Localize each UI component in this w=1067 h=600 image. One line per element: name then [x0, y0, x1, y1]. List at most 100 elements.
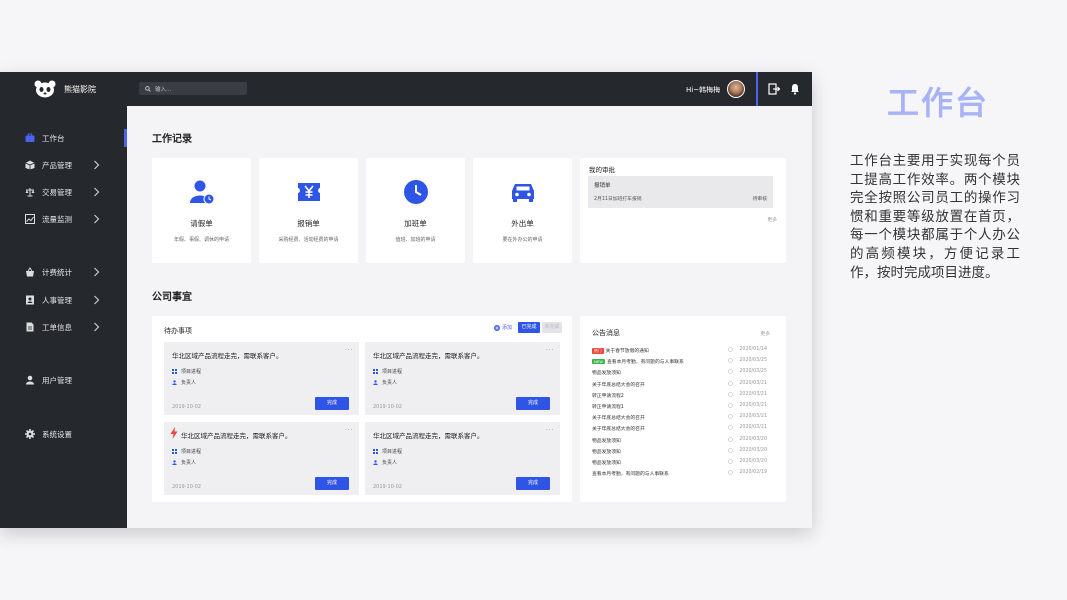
- notice-item[interactable]: 查看本月考勤，有问题的与人事联系 2020/02/19: [592, 470, 777, 481]
- brand-name: 熊猫影院: [64, 84, 96, 94]
- sidebar-item-hr[interactable]: 人事管理: [0, 290, 127, 310]
- notice-item[interactable]: 物品发放须知 2020/03/25: [592, 369, 777, 380]
- leave-request-card[interactable]: 请假单 年假、事假、调休的申请: [152, 158, 251, 263]
- chevron-right-icon: [94, 295, 100, 305]
- task-title: 华北区域产品流程走完，需联系客户。: [181, 432, 292, 440]
- sidebar-item-workbench[interactable]: 工作台: [0, 128, 127, 148]
- section-title-work-records: 工作记录: [152, 134, 192, 145]
- complete-button[interactable]: 完成: [516, 477, 550, 490]
- notice-item[interactable]: 转正申请流程1 2020/03/21: [592, 403, 777, 414]
- notice-text: 关于年底总结大会的召开: [592, 416, 645, 422]
- complete-button[interactable]: 完成: [516, 397, 550, 410]
- sidebar-item-label: 工作台: [42, 134, 65, 143]
- card-desc: 要在外办公的申请: [502, 237, 543, 243]
- notice-item[interactable]: 物品发放须知 2020/03/20: [592, 448, 777, 459]
- sidebar-item-label: 用户管理: [42, 376, 72, 385]
- sidebar-item-products[interactable]: 产品管理: [0, 155, 127, 175]
- notice-text: 转正申请流程1: [592, 404, 624, 410]
- chevron-right-icon: [94, 322, 100, 332]
- card-title: 加班单: [404, 219, 427, 228]
- notice-date: 2020/03/25: [739, 358, 767, 364]
- sidebar-item-label: 人事管理: [42, 296, 72, 305]
- notice-date: 2020/01/14: [739, 347, 767, 352]
- box-icon: [25, 160, 35, 170]
- greeting: Hi~韩梅梅: [686, 86, 721, 94]
- task-progress: 项目进程: [172, 448, 201, 455]
- card-desc: 值班、加班的申请: [395, 237, 436, 243]
- task-owner: 负责人: [373, 459, 397, 466]
- car-icon: [511, 184, 534, 202]
- trend-icon: [25, 214, 35, 224]
- todo-panel: 待办事项 添加 已完成 未完成 华北区域产品流程走完，需联系客户。 ··· 项目…: [152, 316, 572, 502]
- notice-item[interactable]: 关于年底总结大会的召开 2020/03/21: [592, 425, 777, 436]
- logout-icon[interactable]: [767, 82, 781, 96]
- overtime-card[interactable]: 加班单 值班、加班的申请: [366, 158, 465, 263]
- notice-item[interactable]: 物品发放须知 2020/03/20: [592, 437, 777, 448]
- panda-logo-icon: [34, 80, 56, 98]
- divider: [756, 72, 758, 106]
- sidebar-item-label: 流量监测: [42, 215, 72, 224]
- clock-icon: [728, 403, 733, 408]
- sidebar: 工作台 产品管理 交易管理 流量监测 计费统计 人事管理 工单信息 用户管理 系…: [0, 106, 127, 528]
- approval-item[interactable]: 报销单 2月11日加班打车报销 待审核: [588, 176, 773, 208]
- notice-panel: 公告消息 更多 热门 关于春节放假的通知 2020/01/14 NEW 查看本月考勤，有…: [580, 316, 786, 502]
- sidebar-item-users[interactable]: 用户管理: [0, 370, 127, 390]
- notice-text: 转正申请流程2: [592, 393, 624, 399]
- more-icon[interactable]: ···: [345, 426, 353, 434]
- more-icon[interactable]: ···: [546, 346, 554, 354]
- complete-button[interactable]: 完成: [315, 397, 349, 410]
- notice-date: 2020/03/21: [739, 380, 767, 386]
- main-content: 工作记录 请假单 年假、事假、调休的申请 报销单 采购经费、活动经费的申请 加班…: [127, 106, 812, 528]
- contact-icon: [26, 295, 34, 305]
- money-icon: [26, 267, 34, 277]
- sidebar-item-label: 计费统计: [42, 268, 72, 277]
- outing-card[interactable]: 外出单 要在外办公的申请: [473, 158, 572, 263]
- task-owner-label: 负责人: [181, 380, 197, 386]
- task-progress: 项目进程: [373, 368, 402, 375]
- notice-item[interactable]: 关于年底总结大会的召开 2020/03/21: [592, 414, 777, 425]
- notice-item[interactable]: 转正申请流程2 2020/03/21: [592, 392, 777, 403]
- task-date: 2019-10-02: [172, 484, 202, 490]
- sidebar-item-settings[interactable]: 系统设置: [0, 424, 127, 444]
- brand[interactable]: 熊猫影院: [34, 80, 96, 98]
- tab-done[interactable]: 已完成: [518, 322, 540, 333]
- notice-text: 关于年底总结大会的召开: [592, 427, 645, 433]
- briefcase-icon: [25, 133, 35, 142]
- bell-icon[interactable]: [788, 82, 802, 96]
- receipt-yen-icon: [297, 183, 320, 201]
- avatar[interactable]: [727, 80, 745, 98]
- sidebar-item-tickets[interactable]: 工单信息: [0, 317, 127, 337]
- tab-undone[interactable]: 未完成: [542, 322, 562, 333]
- sidebar-item-trades[interactable]: 交易管理: [0, 182, 127, 202]
- task-progress: 项目进程: [172, 368, 201, 375]
- card-title: 请假单: [190, 219, 213, 228]
- notice-more-link[interactable]: 更多: [760, 330, 770, 337]
- more-icon[interactable]: ···: [345, 346, 353, 354]
- notice-item[interactable]: 关于年底总结大会的召开 2020/03/21: [592, 381, 777, 392]
- task-progress: 项目进程: [373, 448, 402, 455]
- notice-item[interactable]: 物品发放须知 2020/03/20: [592, 459, 777, 470]
- more-icon[interactable]: ···: [546, 426, 554, 434]
- approval-more-link[interactable]: 更多: [767, 216, 777, 223]
- card-title: 外出单: [511, 219, 534, 228]
- notice-list: 热门 关于春节放假的通知 2020/01/14 NEW 查看本月考勤，有问题的与人事联系…: [592, 347, 777, 481]
- complete-button[interactable]: 完成: [315, 477, 349, 490]
- search-input[interactable]: 输入...: [139, 82, 247, 95]
- sidebar-item-label: 产品管理: [42, 161, 72, 170]
- notice-item[interactable]: NEW 查看本月考勤，有问题的与人事联系 2020/03/25: [592, 358, 777, 369]
- grid-icon: [373, 449, 378, 454]
- notice-text: 查看本月考勤，有问题的与人事联系: [592, 472, 669, 478]
- notice-text: 物品发放须知: [592, 460, 621, 466]
- notice-text: 关于年底总结大会的召开: [592, 382, 645, 388]
- reimbursement-card[interactable]: 报销单 采购经费、活动经费的申请: [259, 158, 358, 263]
- clock-icon: [728, 380, 733, 386]
- notice-item[interactable]: 热门 关于春节放假的通知 2020/01/14: [592, 347, 777, 358]
- chevron-right-icon: [94, 160, 100, 170]
- task-date: 2019-10-02: [373, 484, 403, 490]
- sidebar-item-traffic[interactable]: 流量监测: [0, 209, 127, 229]
- add-todo-button[interactable]: 添加: [494, 324, 512, 331]
- app-window: 熊猫影院 输入... Hi~韩梅梅 工作台 产品管理 交易管理 流量监测 计费统…: [0, 72, 812, 528]
- notice-date: 2020/03/25: [739, 369, 767, 375]
- sidebar-item-billing[interactable]: 计费统计: [0, 262, 127, 282]
- clock-icon: [728, 436, 733, 442]
